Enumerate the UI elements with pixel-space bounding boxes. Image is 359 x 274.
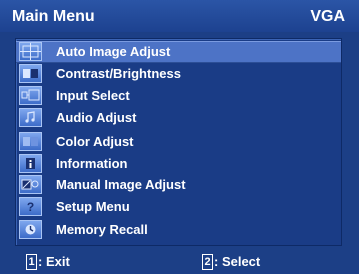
exit-hint-label: : Exit: [38, 254, 70, 269]
menu-item-color-adjust[interactable]: Color Adjust: [16, 131, 341, 153]
svg-text:?: ?: [27, 200, 34, 214]
input-source-label: VGA: [310, 8, 345, 25]
information-icon: [19, 154, 42, 173]
menu-title: Main Menu: [12, 8, 95, 25]
menu-item-auto-image-adjust[interactable]: Auto Image Adjust: [16, 41, 341, 63]
color-adjust-icon: [19, 132, 42, 151]
menu-item-setup-menu[interactable]: ? Setup Menu: [16, 196, 341, 218]
setup-menu-icon: ?: [19, 197, 42, 216]
menu-item-label: Color Adjust: [56, 134, 134, 149]
auto-image-adjust-icon: [19, 42, 42, 61]
select-hint[interactable]: 2: Select: [202, 254, 260, 270]
menu-panel: Auto Image Adjust Contrast/Brightness In…: [15, 38, 342, 246]
menu-item-label: Manual Image Adjust: [56, 177, 186, 192]
menu-item-label: Memory Recall: [56, 222, 148, 237]
menu-item-label: Contrast/Brightness: [56, 66, 181, 81]
input-select-icon: [19, 86, 42, 105]
menu-item-label: Information: [56, 156, 128, 171]
select-hint-label: : Select: [214, 254, 261, 269]
menu-item-label: Setup Menu: [56, 199, 130, 214]
contrast-brightness-icon: [19, 64, 42, 83]
exit-key: 1: [26, 254, 37, 270]
select-key: 2: [202, 254, 213, 270]
audio-adjust-icon: [19, 108, 42, 127]
menu-header: Main Menu VGA: [0, 0, 359, 32]
menu-item-memory-recall[interactable]: Memory Recall: [16, 219, 341, 241]
menu-item-label: Auto Image Adjust: [56, 44, 171, 59]
menu-item-contrast-brightness[interactable]: Contrast/Brightness: [16, 63, 341, 85]
manual-image-adjust-icon: [19, 175, 42, 194]
exit-hint[interactable]: 1: Exit: [26, 254, 70, 270]
menu-item-label: Input Select: [56, 88, 130, 103]
memory-recall-icon: [19, 220, 42, 239]
menu-item-information[interactable]: Information: [16, 153, 341, 175]
menu-item-label: Audio Adjust: [56, 110, 137, 125]
menu-item-input-select[interactable]: Input Select: [16, 85, 341, 107]
menu-item-audio-adjust[interactable]: Audio Adjust: [16, 107, 341, 129]
menu-item-manual-image-adjust[interactable]: Manual Image Adjust: [16, 174, 341, 196]
